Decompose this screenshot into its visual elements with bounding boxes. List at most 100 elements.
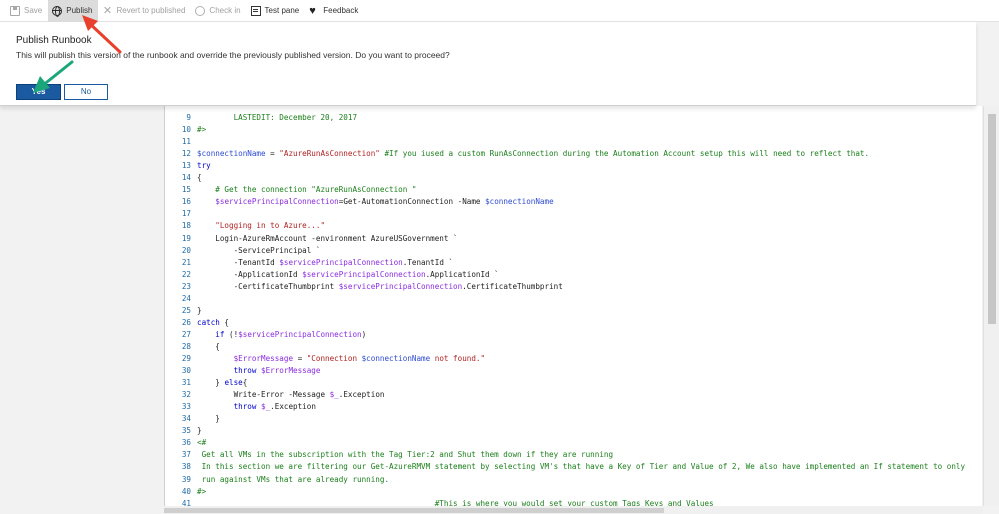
code-token: $_ xyxy=(329,390,339,400)
line-content: -ApplicationId $servicePrincipalConnecti… xyxy=(197,269,499,281)
code-line: 9 LASTEDIT: December 20, 2017 xyxy=(165,112,982,124)
code-token: $servicePrincipalConnection xyxy=(238,329,362,339)
code-token: "Logging in to Azure..." xyxy=(197,221,326,231)
code-line: 13 try xyxy=(165,160,982,172)
code-token: { xyxy=(219,317,230,327)
code-line: 18 "Logging in to Azure..." xyxy=(165,220,982,232)
code-token: .TenantId ` xyxy=(402,257,454,267)
code-line: 32 Write-Error -Message $_.Exception xyxy=(165,389,982,401)
code-token: -ServicePrincipal ` xyxy=(197,245,321,255)
code-line: 36 <# xyxy=(165,437,982,449)
line-content: if (!$servicePrincipalConnection) xyxy=(197,329,366,341)
line-number: 31 xyxy=(181,378,191,388)
code-token: $ErrorMessage xyxy=(233,354,294,363)
automation-runbook-editor: { "toolbar": { "save": "Save", "publish"… xyxy=(0,0,999,514)
code-token: not found." xyxy=(430,354,486,363)
code-line: 14 { xyxy=(165,172,982,184)
feedback-button[interactable]: ♥ Feedback xyxy=(305,0,364,22)
line-content: -TenantId $servicePrincipalConnection.Te… xyxy=(197,257,453,269)
code-token: Get all VMs in the subscription with the… xyxy=(197,450,614,460)
code-line: 30 throw $ErrorMessage xyxy=(165,365,982,377)
line-content: } xyxy=(197,305,202,317)
code-line: 23 -CertificateThumbprint $servicePrinci… xyxy=(165,281,982,293)
line-content: LASTEDIT: December 20, 2017 xyxy=(197,112,357,124)
code-token: } xyxy=(197,426,202,436)
line-number: 16 xyxy=(181,197,191,207)
code-token: catch xyxy=(197,317,220,327)
line-number: 37 xyxy=(181,450,191,460)
line-number: 32 xyxy=(181,390,191,400)
code-token: # Get the connection "AzureRunAsConnecti… xyxy=(197,185,417,195)
line-content: $ErrorMessage = "Connection $connectionN… xyxy=(197,353,485,365)
line-content: $connectionName = "AzureRunAsConnection"… xyxy=(197,148,869,160)
line-number: 18 xyxy=(181,221,191,231)
horizontal-scrollbar[interactable] xyxy=(164,506,983,514)
line-number: 23 xyxy=(181,281,191,291)
code-token: In this section we are filtering our Get… xyxy=(197,462,966,472)
vertical-scrollbar[interactable] xyxy=(983,106,999,506)
code-token: $connectionName xyxy=(197,149,266,159)
line-number: 25 xyxy=(181,305,191,315)
line-number: 28 xyxy=(181,341,191,351)
line-number: 20 xyxy=(181,245,191,255)
code-editor[interactable]: 9 LASTEDIT: December 20, 2017 10 #> 11 12 $co… xyxy=(164,106,982,514)
code-token: =Get-AutomationConnection -Name xyxy=(338,197,486,207)
check-in-icon xyxy=(195,5,206,16)
save-button[interactable]: Save xyxy=(6,0,48,22)
code-line: 34 } xyxy=(165,413,982,425)
line-number: 11 xyxy=(181,137,191,147)
code-line: 11 xyxy=(165,136,982,148)
heart-icon: ♥ xyxy=(309,4,316,17)
code-line: 21 -TenantId $servicePrincipalConnection… xyxy=(165,257,982,269)
code-token: { xyxy=(197,341,220,351)
line-number: 38 xyxy=(181,462,191,472)
line-content: } xyxy=(197,425,202,437)
line-number: 29 xyxy=(181,354,191,363)
globe-icon xyxy=(52,5,63,17)
line-content: Login-AzureRmAccount -environment AzureU… xyxy=(197,233,457,245)
code-token: run against VMs that are already running… xyxy=(197,474,390,484)
code-token: #If you iused a custom RunAsConnection d… xyxy=(379,149,870,159)
code-line: 17 xyxy=(165,208,982,220)
code-line: 27 if (!$servicePrincipalConnection) xyxy=(165,329,982,341)
code-token: -TenantId xyxy=(197,257,280,267)
vertical-scrollbar-thumb[interactable] xyxy=(988,114,996,324)
line-number: 26 xyxy=(181,317,191,327)
line-number: 24 xyxy=(181,293,191,303)
line-content: Write-Error -Message $_.Exception xyxy=(197,389,385,401)
save-icon xyxy=(10,5,20,16)
command-toolbar: Save Publish ✕ Revert to published Check… xyxy=(0,0,999,22)
code-token: #> xyxy=(197,486,207,496)
code-line: 25} xyxy=(165,305,982,317)
code-token: "AzureRunAsConnection" xyxy=(279,149,380,159)
line-number: 21 xyxy=(181,257,191,267)
code-token: ) xyxy=(361,329,367,339)
code-token: #> xyxy=(197,125,207,135)
check-in-button[interactable]: Check in xyxy=(191,0,246,22)
line-content: -CertificateThumbprint $servicePrincipal… xyxy=(197,281,563,293)
code-token: Write-Error -Message xyxy=(197,390,330,400)
code-token: = xyxy=(293,354,307,363)
line-number: 34 xyxy=(181,414,191,424)
code-token: $_ xyxy=(261,402,271,412)
code-token: -CertificateThumbprint xyxy=(197,281,339,291)
code-token: .Exception xyxy=(338,390,385,400)
code-line: 22 -ApplicationId $servicePrincipalConne… xyxy=(165,269,982,281)
code-token: $servicePrincipalConnection xyxy=(338,281,463,291)
line-content: { xyxy=(197,172,202,184)
code-line: 28 { xyxy=(165,341,982,353)
code-token: .ApplicationId ` xyxy=(425,269,499,279)
test-pane-button[interactable]: Test pane xyxy=(247,0,306,22)
line-content: "Logging in to Azure..." xyxy=(197,220,325,232)
green-annotation-arrow xyxy=(33,60,74,93)
test-pane-label: Test pane xyxy=(264,6,300,15)
code-line: 24 xyxy=(165,293,982,305)
code-token: <# xyxy=(197,438,207,448)
line-content: #> xyxy=(197,124,206,136)
code-token: $servicePrincipalConnection xyxy=(215,197,339,207)
horizontal-scrollbar-thumb[interactable] xyxy=(164,508,664,513)
